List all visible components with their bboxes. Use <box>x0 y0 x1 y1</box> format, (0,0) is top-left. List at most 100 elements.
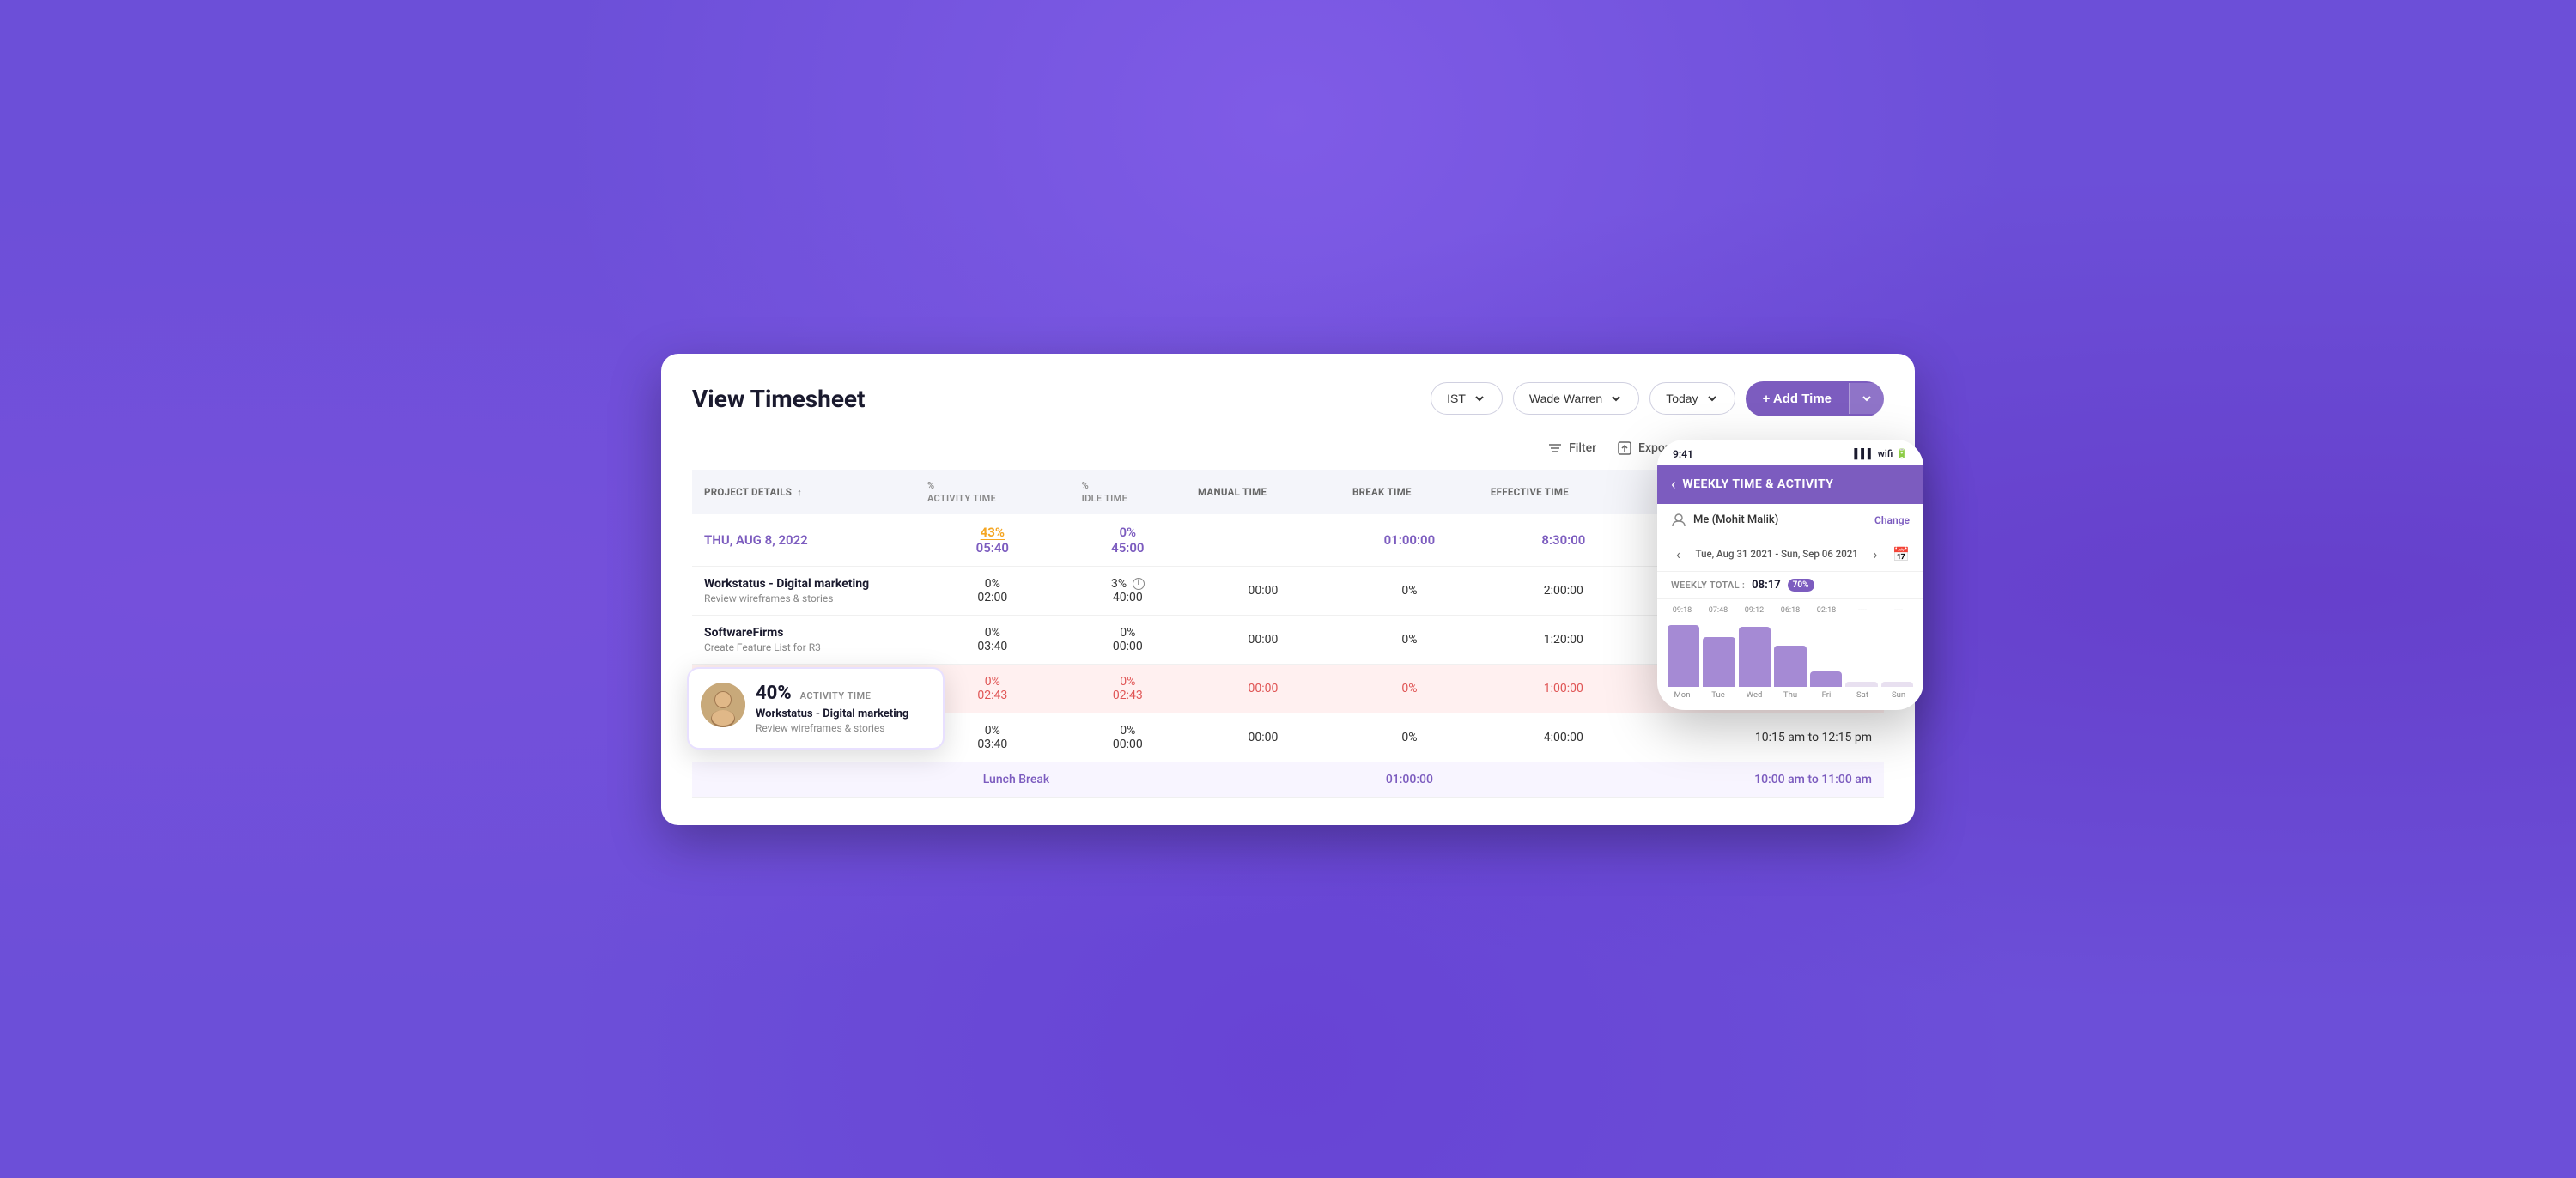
bar <box>1703 637 1735 687</box>
bar <box>1739 627 1771 687</box>
mobile-chart-area: 09:1807:4809:1206:1802:18-------- MonTue… <box>1657 599 1923 710</box>
bar-column <box>1668 625 1699 687</box>
avatar <box>701 683 745 727</box>
lunch-break-row: Lunch Break 01:00:00 10:00 am to 11:00 a… <box>692 762 1884 797</box>
col-activity-pct: % ACTIVITY TIME <box>915 470 1070 514</box>
day-label: Wed <box>1740 690 1769 700</box>
day-label: Fri <box>1812 690 1841 700</box>
row0-effective: 2:00:00 <box>1479 566 1649 615</box>
bar-column <box>1774 646 1806 687</box>
period-dropdown[interactable]: Today <box>1649 382 1735 415</box>
date-idle-time: 45:00 <box>1082 540 1174 556</box>
prev-week-button[interactable]: ‹ <box>1671 544 1686 564</box>
project-name: SoftwareFirms <box>704 626 903 640</box>
filter-icon <box>1547 440 1563 456</box>
row0-break: 0% <box>1340 566 1479 615</box>
bar-value: 06:18 <box>1776 606 1805 615</box>
row1-idle-time: 00:00 <box>1082 640 1174 653</box>
row0-activity-time: 02:00 <box>927 591 1058 604</box>
page-title: View Timesheet <box>692 385 866 413</box>
row0-activity-pct: 0% <box>927 577 1058 591</box>
main-card: View Timesheet IST Wade Warren Today + A… <box>661 354 1915 825</box>
date-effective-time: 8:30:00 <box>1479 514 1649 567</box>
mobile-user-label: Me (Mohit Malik) <box>1693 513 1778 526</box>
col-effective-time: EFFECTIVE TIME <box>1479 470 1649 514</box>
bar-value: 02:18 <box>1812 606 1841 615</box>
day-label: Sat <box>1848 690 1877 700</box>
row2-effective: 1:00:00 <box>1479 664 1649 713</box>
project-name: Workstatus - Digital marketing <box>704 577 903 591</box>
row2-break: 0% <box>1340 664 1479 713</box>
row3-idle-time: 00:00 <box>1082 738 1174 751</box>
row3-activity-time: 03:40 <box>927 738 1058 751</box>
weekly-total-label: WEEKLY TOTAL : <box>1671 580 1745 591</box>
calendar-icon[interactable]: 📅 <box>1893 546 1910 562</box>
row0-idle-pct: 3% i <box>1082 577 1174 591</box>
date-cell: THU, AUG 8, 2022 <box>692 514 915 567</box>
bar-value: 07:48 <box>1704 606 1733 615</box>
day-label: Thu <box>1776 690 1805 700</box>
row3-duration: 10:15 am to 12:15 pm <box>1649 713 1884 762</box>
mobile-user-row: Me (Mohit Malik) Change <box>1657 504 1923 537</box>
row3-activity-pct: 0% <box>927 724 1058 738</box>
bar-value: ---- <box>1884 606 1913 615</box>
lunch-label: Lunch Break <box>692 762 1340 797</box>
row3-effective: 4:00:00 <box>1479 713 1649 762</box>
add-time-button[interactable]: + Add Time <box>1746 381 1884 416</box>
bar-column <box>1845 682 1877 687</box>
chevron-down-icon <box>1862 393 1872 404</box>
sort-icon: ↑ <box>797 487 802 498</box>
user-dropdown[interactable]: Wade Warren <box>1513 382 1639 415</box>
bar-column <box>1810 671 1842 687</box>
mobile-date-nav: ‹ Tue, Aug 31 2021 - Sun, Sep 06 2021 › … <box>1657 537 1923 572</box>
row2-activity-pct: 0% <box>927 675 1058 689</box>
filter-button[interactable]: Filter <box>1547 440 1596 456</box>
bar <box>1774 646 1806 687</box>
tooltip-project: Workstatus - Digital marketing <box>756 707 908 720</box>
bar <box>1668 625 1699 687</box>
day-label: Mon <box>1668 690 1697 700</box>
task-name: Review wireframes & stories <box>704 592 903 604</box>
weekly-total-value: 08:17 <box>1752 579 1781 592</box>
weekly-pct-badge: 70% <box>1788 579 1814 592</box>
bar <box>1845 682 1877 687</box>
row0-manual: 00:00 <box>1186 566 1340 615</box>
row3-break: 0% <box>1340 713 1479 762</box>
col-break-time: BREAK TIME <box>1340 470 1479 514</box>
date-activity-time: 05:40 <box>927 540 1058 556</box>
col-manual-time: MANUAL TIME <box>1186 470 1340 514</box>
bar-column <box>1881 682 1913 687</box>
mobile-total-row: WEEKLY TOTAL : 08:17 70% <box>1657 572 1923 599</box>
header-controls: IST Wade Warren Today + Add Time <box>1431 381 1884 416</box>
row2-idle-pct: 0% <box>1082 675 1174 689</box>
row0-idle-time: 40:00 <box>1082 591 1174 604</box>
day-label: Tue <box>1704 690 1733 700</box>
bar <box>1881 682 1913 687</box>
date-break-time: 01:00:00 <box>1340 514 1479 567</box>
row1-manual: 00:00 <box>1186 615 1340 664</box>
bar-value: 09:18 <box>1668 606 1697 615</box>
bar <box>1810 671 1842 687</box>
row3-idle-pct: 0% <box>1082 724 1174 738</box>
bar-value: ---- <box>1848 606 1877 615</box>
row2-idle-time: 02:43 <box>1082 689 1174 702</box>
change-user-button[interactable]: Change <box>1874 514 1910 526</box>
back-button[interactable]: ‹ <box>1671 476 1675 494</box>
row1-effective: 1:20:00 <box>1479 615 1649 664</box>
tooltip-activity-label: ACTIVITY TIME <box>800 690 872 701</box>
user-icon <box>1671 513 1686 528</box>
bar-column <box>1703 637 1735 687</box>
row1-idle-pct: 0% <box>1082 626 1174 640</box>
info-icon: i <box>1133 578 1145 590</box>
mobile-status-bar: 9:41 ▌▌▌ wifi 🔋 <box>1657 440 1923 465</box>
tooltip-activity-pct: 40% <box>756 683 792 704</box>
mobile-panel: 9:41 ▌▌▌ wifi 🔋 ‹ WEEKLY TIME & ACTIVITY… <box>1657 440 1923 710</box>
timezone-dropdown[interactable]: IST <box>1431 382 1503 415</box>
row3-manual: 00:00 <box>1186 713 1340 762</box>
next-week-button[interactable]: › <box>1868 544 1883 564</box>
mobile-bar-chart <box>1668 618 1913 687</box>
row2-manual: 00:00 <box>1186 664 1340 713</box>
header: View Timesheet IST Wade Warren Today + A… <box>692 381 1884 416</box>
export-icon <box>1617 440 1632 456</box>
row1-break: 0% <box>1340 615 1479 664</box>
